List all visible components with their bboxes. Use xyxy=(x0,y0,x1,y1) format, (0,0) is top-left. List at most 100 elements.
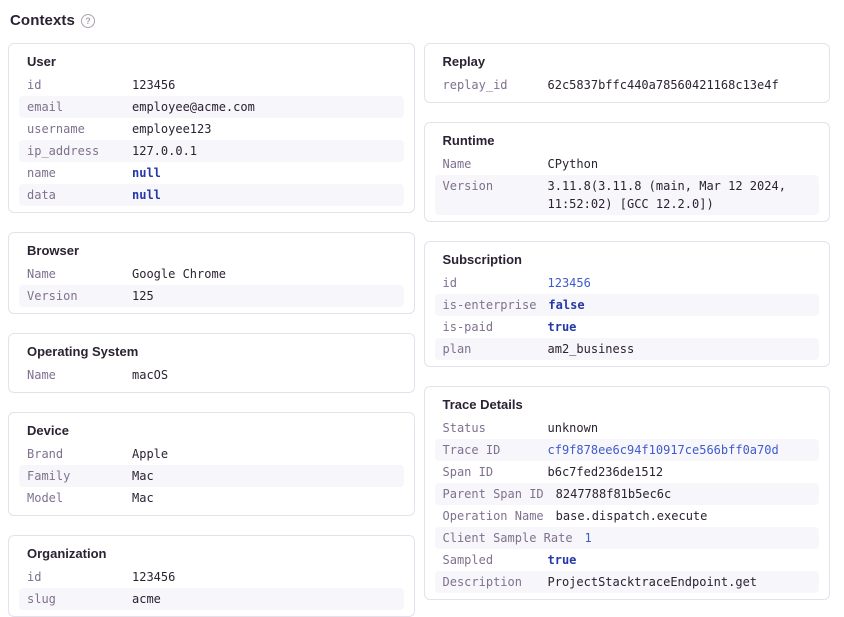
context-row-data: datanull xyxy=(19,184,404,206)
row-value: 123456 xyxy=(132,76,396,94)
row-value: Apple xyxy=(132,445,396,463)
context-row-is-paid: is-paidtrue xyxy=(435,316,820,338)
row-key: data xyxy=(27,186,120,204)
page-title: Contexts xyxy=(10,12,75,29)
card-organization: Organizationid123456slugacme xyxy=(8,535,415,617)
context-row-name: NamemacOS xyxy=(19,364,404,386)
key-value-table: id123456is-enterprisefalseis-paidtruepla… xyxy=(435,272,820,360)
row-key: ip_address xyxy=(27,142,120,160)
key-value-table: NameGoogle Chrome Version 125 xyxy=(19,263,404,307)
row-key: slug xyxy=(27,590,120,608)
contexts-section-header: Contexts ? xyxy=(10,12,830,29)
context-row-name: NameGoogle Chrome xyxy=(19,263,404,285)
key-value-table: id 123456 slug acme xyxy=(19,566,404,610)
context-row-brand: Brand Apple xyxy=(19,443,404,465)
card-trace-details: Trace Details Statusunknown Trace ID cf9f87… xyxy=(424,386,831,600)
card-replay: Replay replay_id 62c5837bffc440a7856042116… xyxy=(424,43,831,103)
context-row-slug: slug acme xyxy=(19,588,404,610)
row-key: id xyxy=(443,274,536,292)
card-title: Subscription xyxy=(435,252,820,268)
card-title: Device xyxy=(19,423,404,439)
context-row-replay-id: replay_id 62c5837bffc440a78560421168c13e4… xyxy=(435,74,820,96)
context-row-id: id 123456 xyxy=(435,272,820,294)
row-value: true xyxy=(548,551,812,569)
row-key: username xyxy=(27,120,120,138)
row-key: name xyxy=(27,164,120,182)
row-value: ProjectStacktraceEndpoint.get xyxy=(548,573,812,591)
row-value: true xyxy=(548,318,812,336)
help-icon[interactable]: ? xyxy=(81,14,95,28)
context-row-family: FamilyMac xyxy=(19,465,404,487)
context-row-id: id 123456 xyxy=(19,566,404,588)
row-value: 3.11.8(3.11.8 (main, Mar 12 2024, 11:52:… xyxy=(548,177,812,213)
row-value: 125 xyxy=(132,287,396,305)
context-row-plan: plan am2_business xyxy=(435,338,820,360)
row-key: id xyxy=(27,568,120,586)
left-column: Userid123456emailemployee@acme.comuserna… xyxy=(8,43,415,617)
context-row-sampled: Sampled true xyxy=(435,549,820,571)
contexts-grid: Userid123456emailemployee@acme.comuserna… xyxy=(8,43,830,617)
row-value: employee@acme.com xyxy=(132,98,396,116)
context-row-name: NameCPython xyxy=(435,153,820,175)
context-row-span-id: Span ID b6c7fed236de1512 xyxy=(435,461,820,483)
context-row-model: Model Mac xyxy=(19,487,404,509)
row-value: Mac xyxy=(132,467,396,485)
row-key: Brand xyxy=(27,445,120,463)
row-value: unknown xyxy=(548,419,812,437)
row-value: Mac xyxy=(132,489,396,507)
row-key: replay_id xyxy=(443,76,536,94)
context-row-is-enterprise: is-enterprisefalse xyxy=(435,294,820,316)
key-value-table: NamemacOS xyxy=(19,364,404,386)
card-title: Trace Details xyxy=(435,397,820,413)
context-row-username: username employee123 xyxy=(19,118,404,140)
card-runtime: Runtime NameCPythonVersion3.11.8(3.11.8 (… xyxy=(424,122,831,222)
key-value-table: NameCPythonVersion3.11.8(3.11.8 (main, M… xyxy=(435,153,820,215)
card-title: Runtime xyxy=(435,133,820,149)
row-key: Name xyxy=(443,155,536,173)
context-row-parent-span-id: Parent Span ID 8247788f81b5ec6c xyxy=(435,483,820,505)
row-value: base.dispatch.execute xyxy=(556,507,811,525)
row-key: Parent Span ID xyxy=(443,485,544,503)
card-operating-system: Operating System NamemacOS xyxy=(8,333,415,393)
card-user: User id123456 email employee@acme.com userna… xyxy=(8,43,415,213)
key-value-table: Statusunknown Trace ID cf9f878ee6c94f10917… xyxy=(435,417,820,593)
key-value-table: replay_id 62c5837bffc440a78560421168c13e4… xyxy=(435,74,820,96)
card-title: Browser xyxy=(19,243,404,259)
card-title: Replay xyxy=(435,54,820,70)
key-value-table: Brand Apple FamilyMac Model Mac xyxy=(19,443,404,509)
context-row-id: id123456 xyxy=(19,74,404,96)
context-row-version: Version3.11.8(3.11.8 (main, Mar 12 2024,… xyxy=(435,175,820,215)
row-value: 127.0.0.1 xyxy=(132,142,396,160)
row-value: 8247788f81b5ec6c xyxy=(556,485,811,503)
row-value: b6c7fed236de1512 xyxy=(548,463,812,481)
row-value: employee123 xyxy=(132,120,396,138)
row-value: 123456 xyxy=(548,274,812,292)
row-key: email xyxy=(27,98,120,116)
card-device: Device Brand Apple FamilyMac Model Mac xyxy=(8,412,415,516)
row-value: 123456 xyxy=(132,568,396,586)
key-value-table: id123456 email employee@acme.com username em… xyxy=(19,74,404,206)
card-title: Operating System xyxy=(19,344,404,360)
row-key: Name xyxy=(27,265,120,283)
card-title: User xyxy=(19,54,404,70)
row-key: Model xyxy=(27,489,120,507)
card-browser: Browser NameGoogle Chrome Version 125 xyxy=(8,232,415,314)
row-key: Version xyxy=(27,287,120,305)
context-row-name: name null xyxy=(19,162,404,184)
row-key: Trace ID xyxy=(443,441,536,459)
row-key: Description xyxy=(443,573,536,591)
context-row-ip-address: ip_address 127.0.0.1 xyxy=(19,140,404,162)
right-column: Replay replay_id 62c5837bffc440a7856042116… xyxy=(424,43,831,600)
trace-id-link[interactable]: cf9f878ee6c94f10917ce566bff0a70d xyxy=(548,441,812,459)
row-key: Span ID xyxy=(443,463,536,481)
row-value: acme xyxy=(132,590,396,608)
card-subscription: Subscription id 123456 is-enterprisefalseis… xyxy=(424,241,831,367)
row-value: 62c5837bffc440a78560421168c13e4f xyxy=(548,76,812,94)
row-key: plan xyxy=(443,340,536,358)
row-value: am2_business xyxy=(548,340,812,358)
context-row-email: email employee@acme.com xyxy=(19,96,404,118)
context-row-trace-id: Trace ID cf9f878ee6c94f10917ce566bff0a70d xyxy=(435,439,820,461)
row-value: null xyxy=(132,164,396,182)
context-row-status: Statusunknown xyxy=(435,417,820,439)
row-key: Sampled xyxy=(443,551,536,569)
